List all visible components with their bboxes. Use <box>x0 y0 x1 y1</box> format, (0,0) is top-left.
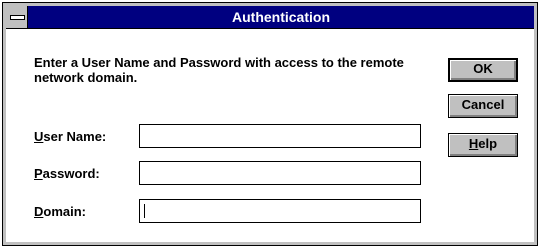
instruction-text: Enter a User Name and Password with acce… <box>34 55 404 85</box>
system-menu-icon <box>10 15 25 20</box>
domain-label: Domain: <box>34 204 86 219</box>
system-menu-button[interactable] <box>6 6 28 28</box>
username-label: User Name: <box>34 129 106 144</box>
password-field[interactable] <box>139 161 421 185</box>
domain-hotkey: D <box>34 204 44 219</box>
username-field[interactable] <box>139 124 421 148</box>
cancel-button[interactable]: Cancel <box>448 94 518 118</box>
username-label-text: ser Name: <box>43 129 107 144</box>
password-label-text: assword: <box>42 166 100 181</box>
window-title: Authentication <box>232 9 330 25</box>
password-hotkey: P <box>34 166 43 181</box>
ok-button[interactable]: OK <box>448 58 518 82</box>
password-label: Password: <box>34 166 100 181</box>
text-caret <box>144 204 145 218</box>
help-label-text: elp <box>478 136 498 151</box>
domain-label-text: omain: <box>43 204 87 219</box>
username-hotkey: U <box>34 129 44 144</box>
title-bar[interactable]: Authentication <box>6 6 534 29</box>
domain-field[interactable] <box>139 199 421 223</box>
help-hotkey: H <box>468 136 479 151</box>
authentication-dialog: Authentication Enter a User Name and Pas… <box>2 2 538 246</box>
help-button[interactable]: Help <box>448 133 518 157</box>
